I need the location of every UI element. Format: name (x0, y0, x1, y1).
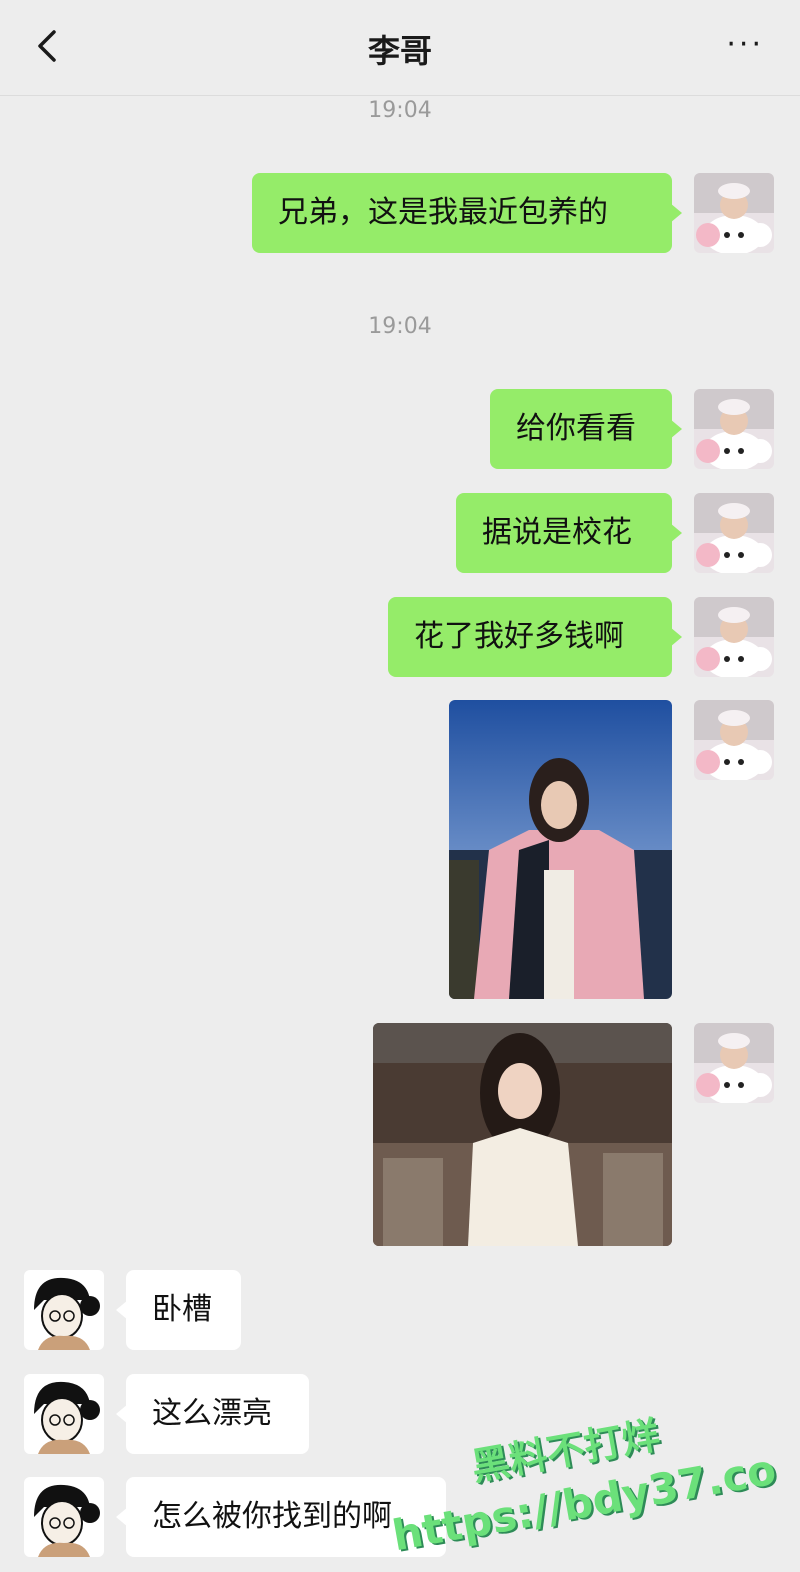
image-message[interactable] (449, 700, 672, 999)
outgoing-message[interactable]: 给你看看 (490, 389, 682, 469)
more-dots-icon[interactable]: ··· (726, 30, 764, 60)
outgoing-message[interactable]: 兄弟，这是我最近包养的 (252, 173, 682, 253)
my-avatar[interactable] (694, 597, 774, 677)
contact-avatar[interactable] (24, 1374, 104, 1454)
timestamp: 19:04 (368, 314, 432, 339)
contact-avatar[interactable] (24, 1270, 104, 1350)
chat-title: 李哥 (367, 32, 432, 70)
my-avatar[interactable] (694, 389, 774, 469)
timestamp: 19:04 (368, 98, 432, 123)
my-avatar[interactable] (694, 700, 774, 780)
image-message[interactable] (373, 1023, 672, 1246)
contact-avatar[interactable] (24, 1477, 104, 1557)
incoming-message[interactable]: 这么漂亮 (116, 1374, 309, 1454)
my-avatar[interactable] (694, 493, 774, 573)
my-avatar[interactable] (694, 1023, 774, 1103)
incoming-message[interactable]: 卧槽 (116, 1270, 241, 1350)
outgoing-message[interactable]: 花了我好多钱啊 (388, 597, 682, 677)
my-avatar[interactable] (694, 173, 774, 253)
outgoing-message[interactable]: 据说是校花 (456, 493, 682, 573)
chat-header: 李哥 ··· (0, 0, 800, 96)
